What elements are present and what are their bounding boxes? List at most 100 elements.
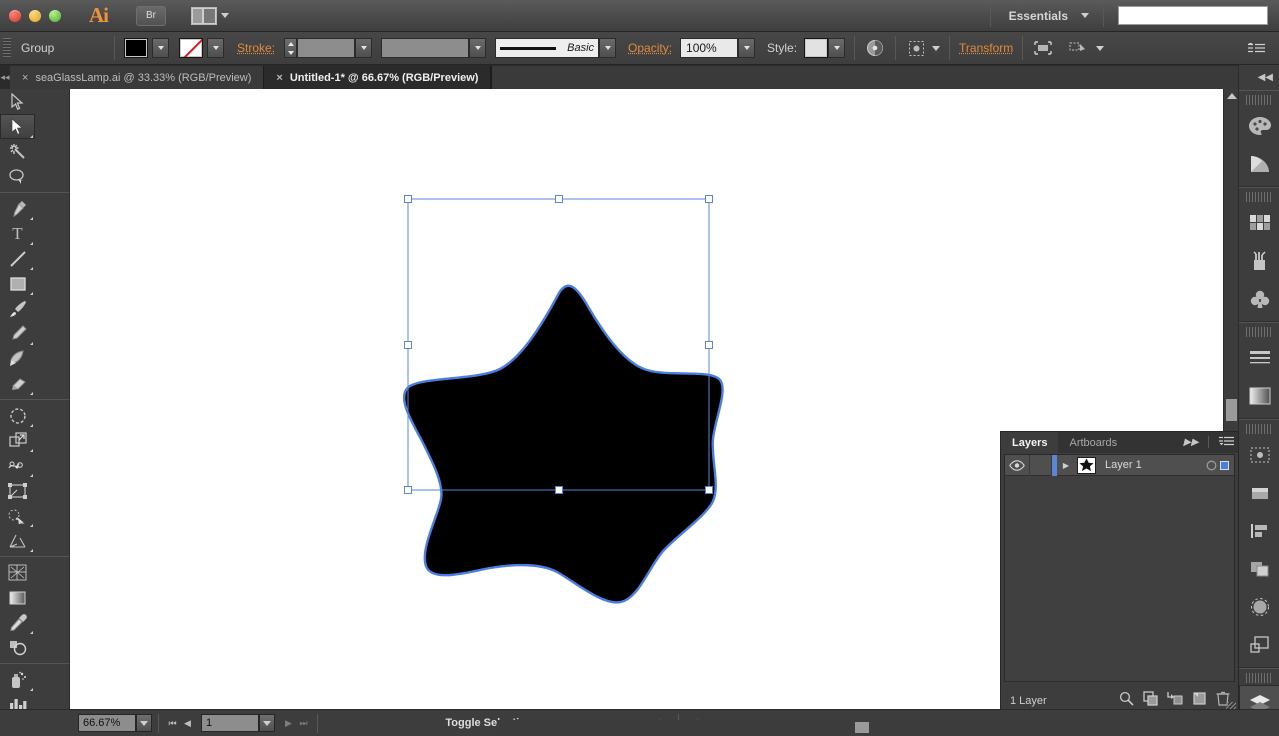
- stroke-weight-stepper[interactable]: [284, 38, 298, 58]
- search-help-input[interactable]: [1118, 6, 1268, 25]
- layer-expand-arrow[interactable]: ▶: [1057, 455, 1075, 476]
- swatches-panel-icon[interactable]: [1239, 204, 1279, 242]
- tool-eraser[interactable]: [0, 371, 35, 396]
- tool-mesh[interactable]: [0, 560, 35, 585]
- transform-panel-icon[interactable]: [1239, 588, 1279, 626]
- close-window-button[interactable]: [9, 9, 21, 22]
- layers-list[interactable]: ▶ Layer 1: [1004, 454, 1235, 682]
- tool-eyedropper[interactable]: [0, 610, 35, 635]
- layer-lock-toggle[interactable]: [1030, 454, 1052, 476]
- appearance-panel-icon[interactable]: [1239, 474, 1279, 512]
- panel-menu-icon[interactable]: [1219, 436, 1234, 450]
- graphic-style-swatch[interactable]: [804, 38, 829, 58]
- brush-definition-field[interactable]: Basic: [495, 38, 600, 58]
- pathfinder-panel-icon[interactable]: [1239, 550, 1279, 588]
- close-icon[interactable]: ×: [276, 72, 282, 84]
- tool-blend[interactable]: [0, 635, 35, 660]
- graphic-style-dropdown-button[interactable]: [828, 38, 846, 58]
- next-artboard-button[interactable]: ▶: [281, 714, 296, 732]
- tool-scale[interactable]: [0, 428, 35, 453]
- tool-selection[interactable]: [0, 89, 35, 114]
- chevron-down-icon[interactable]: [1096, 45, 1105, 51]
- symbols-panel-icon[interactable]: [1239, 280, 1279, 318]
- arrange-documents-button[interactable]: [191, 6, 229, 25]
- make-clipping-mask-icon[interactable]: [1143, 691, 1158, 711]
- panel-menu-icon[interactable]: [1245, 37, 1267, 59]
- tab-layers[interactable]: Layers: [1001, 432, 1059, 453]
- tool-shape-builder[interactable]: [0, 503, 35, 528]
- opacity-input[interactable]: 100%: [680, 38, 739, 58]
- artboard-number-dropdown-button[interactable]: [259, 714, 275, 732]
- color-panel-icon[interactable]: [1239, 107, 1279, 145]
- tool-symbol-sprayer[interactable]: [0, 667, 35, 692]
- collapse-panel-icon[interactable]: ▶▶: [1183, 437, 1198, 448]
- dock-group-grip[interactable]: [1246, 95, 1272, 105]
- tool-gradient[interactable]: [0, 585, 35, 610]
- target-circle-icon[interactable]: [1203, 455, 1220, 476]
- tool-rectangle[interactable]: [0, 271, 35, 296]
- first-artboard-button[interactable]: ⏮: [165, 714, 180, 732]
- artboards-panel-icon[interactable]: [1239, 626, 1279, 664]
- opacity-label[interactable]: Opacity:: [628, 41, 672, 55]
- layer-name-label[interactable]: Layer 1: [1096, 459, 1203, 471]
- opacity-dropdown-button[interactable]: [738, 38, 756, 58]
- tab-bar-collapse-icon[interactable]: ◂◂: [0, 65, 10, 89]
- zoom-window-button[interactable]: [49, 9, 61, 22]
- color-guide-panel-icon[interactable]: [1239, 145, 1279, 183]
- chevron-down-icon[interactable]: [1081, 13, 1089, 18]
- create-new-layer-icon[interactable]: [1192, 691, 1207, 711]
- locate-object-icon[interactable]: [1119, 691, 1134, 711]
- align-icon[interactable]: [1032, 37, 1054, 59]
- layer-visibility-toggle[interactable]: [1005, 454, 1030, 476]
- artboard-number-input[interactable]: 1: [201, 714, 259, 732]
- go-to-bridge-button[interactable]: Br: [136, 5, 166, 26]
- transform-link[interactable]: Transform: [959, 41, 1013, 55]
- horizontal-scrollbar[interactable]: [497, 720, 1239, 735]
- stroke-label[interactable]: Stroke:: [237, 41, 275, 55]
- tool-perspective-grid[interactable]: [0, 528, 35, 553]
- isolate-selection-icon[interactable]: [905, 37, 927, 59]
- minimize-window-button[interactable]: [29, 9, 41, 22]
- dock-expand-button[interactable]: ◀◀: [1239, 65, 1279, 90]
- layer-row-layer-1[interactable]: ▶ Layer 1: [1005, 454, 1234, 476]
- document-tab-untitled-1[interactable]: × Untitled-1* @ 66.67% (RGB/Preview): [264, 66, 492, 89]
- tool-line-segment[interactable]: [0, 246, 35, 271]
- tool-direct-selection[interactable]: [0, 114, 35, 139]
- tool-pencil[interactable]: [0, 321, 35, 346]
- tool-width[interactable]: [0, 453, 35, 478]
- document-tab-seaglasslamp[interactable]: × seaGlassLamp.ai @ 33.33% (RGB/Preview): [10, 66, 265, 89]
- workspace-switcher[interactable]: Essentials: [991, 9, 1081, 23]
- previous-artboard-button[interactable]: ◀: [180, 714, 195, 732]
- transparency-panel-icon[interactable]: [1239, 436, 1279, 474]
- stroke-dropdown-button[interactable]: [207, 38, 224, 58]
- scroll-up-button[interactable]: [1224, 89, 1239, 103]
- tool-magic-wand[interactable]: [0, 139, 35, 164]
- dock-group-grip[interactable]: [1246, 424, 1272, 434]
- stroke-weight-field[interactable]: [297, 38, 356, 58]
- arrange-icon[interactable]: [1068, 37, 1090, 59]
- tool-type[interactable]: T: [0, 221, 35, 246]
- control-bar-grip[interactable]: [3, 38, 11, 58]
- fill-color-swatch[interactable]: [124, 38, 148, 58]
- align-panel-icon[interactable]: [1239, 512, 1279, 550]
- window-controls[interactable]: [0, 9, 61, 22]
- brushes-panel-icon[interactable]: [1239, 242, 1279, 280]
- dock-group-grip[interactable]: [1246, 327, 1272, 337]
- tool-free-transform[interactable]: [0, 478, 35, 503]
- stroke-color-swatch[interactable]: [179, 38, 203, 58]
- horizontal-scroll-thumb[interactable]: [855, 722, 869, 733]
- tool-pen[interactable]: [0, 196, 35, 221]
- close-icon[interactable]: ×: [22, 72, 28, 84]
- recolor-artwork-icon[interactable]: [864, 37, 886, 59]
- zoom-level-input[interactable]: 66.67%: [78, 714, 136, 732]
- dock-group-grip[interactable]: [1246, 192, 1272, 202]
- tool-lasso[interactable]: [0, 164, 35, 189]
- stroke-panel-icon[interactable]: [1239, 339, 1279, 377]
- layers-panel[interactable]: Layers Artboards ▶▶ │ ▶ Layer 1 1 Layer: [1000, 431, 1239, 715]
- create-new-sublayer-icon[interactable]: [1167, 691, 1183, 711]
- tool-paintbrush[interactable]: [0, 296, 35, 321]
- dock-group-grip[interactable]: [1246, 673, 1272, 683]
- last-artboard-button[interactable]: ⏭: [296, 714, 311, 732]
- vertical-scroll-thumb[interactable]: [1226, 399, 1237, 421]
- fill-dropdown-button[interactable]: [152, 38, 169, 58]
